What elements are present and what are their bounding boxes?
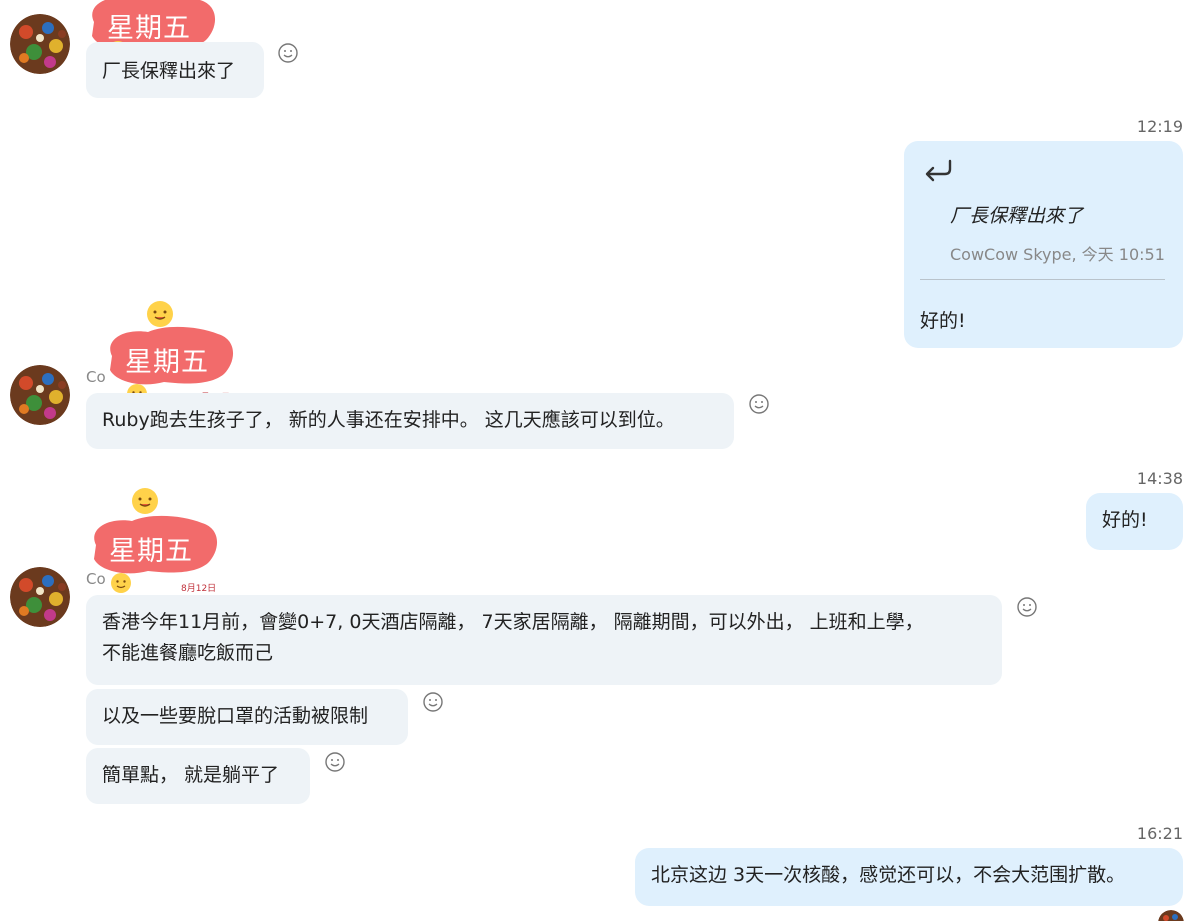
smiley-icon[interactable] [1017, 597, 1037, 617]
sticker-title: 星期五 [125, 347, 209, 378]
quoted-message-text: 厂長保釋出來了 [950, 205, 1084, 227]
quote-divider [920, 279, 1165, 280]
reply-arrow-icon [922, 157, 954, 193]
timestamp: 16:21 [1136, 824, 1183, 843]
message-text: 厂長保釋出來了 [102, 60, 236, 82]
avatar[interactable] [10, 567, 70, 627]
sticker-title: 星期五 [107, 13, 191, 44]
avatar[interactable] [10, 365, 70, 425]
outgoing-reply-message[interactable]: 厂長保釋出來了 CowCow Skype, 今天 10:51 好的! [904, 141, 1183, 348]
sticker-sun [146, 300, 174, 328]
incoming-message[interactable]: Ruby跑去生孩子了， 新的人事还在安排中。 这几天應該可以到位。 [86, 393, 734, 449]
incoming-message[interactable]: 香港今年11月前，會變0+7, 0天酒店隔離， 7天家居隔離， 隔離期間，可以外… [86, 595, 1002, 685]
smiley-icon[interactable] [423, 692, 443, 712]
friday-sticker: 星期五 8月12日 [102, 326, 242, 403]
message-text: Ruby跑去生孩子了， 新的人事还在安排中。 这几天應該可以到位。 [102, 409, 675, 431]
sticker-sun [131, 487, 159, 515]
chat-conversation: 星期五 8月12日 厂長保釋出來了 12:19 厂長保釋出來了 Cow [0, 0, 1201, 921]
message-text: 好的! [920, 310, 966, 332]
incoming-message[interactable]: 以及一些要脫口罩的活動被限制 [86, 689, 408, 745]
smiley-icon[interactable] [749, 394, 769, 414]
message-text: 簡單點， 就是躺平了 [102, 764, 280, 786]
outgoing-message[interactable]: 北京这边 3天一次核酸，感觉还可以，不会大范围扩散。 [635, 848, 1183, 906]
sticker-date: 8月12日 [181, 584, 217, 594]
quoted-message-meta: CowCow Skype, 今天 10:51 [950, 245, 1165, 264]
message-text: 好的! [1102, 509, 1148, 531]
smiley-icon[interactable] [325, 752, 345, 772]
message-text-line: 香港今年11月前，會變0+7, 0天酒店隔離， 7天家居隔離， 隔離期間，可以外… [102, 611, 924, 633]
timestamp: 12:19 [1136, 117, 1183, 136]
sender-name: Co [86, 570, 106, 588]
smiley-icon[interactable] [278, 43, 298, 63]
avatar[interactable] [10, 14, 70, 74]
message-text-line: 不能進餐廳吃飯而己 [102, 642, 274, 664]
message-text: 北京这边 3天一次核酸，感觉还可以，不会大范围扩散。 [651, 864, 1126, 886]
sender-name: Co [86, 368, 106, 386]
timestamp: 14:38 [1136, 469, 1183, 488]
incoming-message[interactable]: 簡單點， 就是躺平了 [86, 748, 310, 804]
message-text: 以及一些要脫口罩的活動被限制 [102, 705, 369, 727]
sticker-title: 星期五 [109, 536, 193, 567]
avatar[interactable] [1158, 910, 1184, 921]
incoming-message[interactable]: 厂長保釋出來了 [86, 42, 264, 98]
friday-sticker: 星期五 8月12日 [86, 515, 226, 594]
outgoing-message[interactable]: 好的! [1086, 493, 1183, 550]
